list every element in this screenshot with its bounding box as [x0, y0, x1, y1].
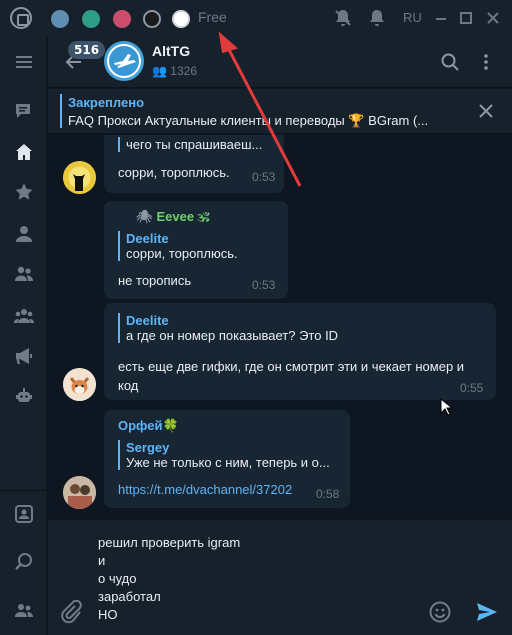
- star-icon: [15, 183, 32, 200]
- minimize-icon[interactable]: [431, 8, 451, 28]
- sender-name-text: Eevee 🕉: [156, 209, 210, 224]
- maximize-icon[interactable]: [456, 8, 476, 28]
- emoji-icon[interactable]: [428, 600, 452, 624]
- user-icon: [15, 226, 32, 242]
- reply-text: чего ты спрашиваеш...: [126, 137, 263, 152]
- pinned-title: Закреплено: [68, 95, 145, 110]
- unread-badge: 516: [68, 41, 106, 59]
- mouse-cursor-icon: [440, 398, 454, 416]
- folders-sidebar: [0, 36, 47, 635]
- theme-swatch-green[interactable]: [82, 10, 100, 28]
- message-time: 0:53: [252, 278, 276, 292]
- sender-name[interactable]: 🕷 Eevee 🕉: [136, 209, 209, 225]
- message-text: есть еще две гифки, где он смотрит эти и…: [118, 357, 464, 395]
- sender-emoji-icon: 🕷: [136, 209, 153, 224]
- close-window-icon[interactable]: [483, 8, 503, 28]
- language-indicator[interactable]: RU: [403, 10, 422, 25]
- two-users-icon: [14, 266, 33, 281]
- sidebar-divider: [0, 490, 47, 491]
- chat-title[interactable]: AltTG: [152, 43, 190, 59]
- attach-icon[interactable]: [59, 600, 83, 624]
- search-icon[interactable]: [440, 52, 460, 72]
- pinned-message-bar[interactable]: Закреплено FAQ Прокси Актуальные клиенты…: [48, 89, 512, 134]
- chats-icon: [15, 104, 30, 118]
- theme-swatch-white[interactable]: [172, 10, 190, 28]
- megaphone-icon: [15, 348, 32, 364]
- contacts-icon: [14, 505, 33, 523]
- app-logo-icon: [10, 7, 32, 29]
- fox-avatar-icon: [63, 368, 96, 401]
- close-pinned-icon[interactable]: [478, 103, 494, 119]
- photo-avatar-icon: [63, 476, 96, 509]
- message-text-line: есть еще две гифки, где он смотрит эти и…: [118, 359, 465, 374]
- reply-author: Deelite: [126, 313, 169, 328]
- message-time: 0:53: [252, 170, 276, 184]
- reply-author: Sergey: [126, 440, 170, 455]
- folder-groups[interactable]: [0, 254, 47, 294]
- members-icon: 👥: [152, 64, 167, 78]
- mute-bell-icon[interactable]: [333, 8, 353, 28]
- home-icon: [15, 144, 32, 160]
- message-text: не торопись: [118, 273, 192, 288]
- reply-text: а где он номер показывает? Это ID: [126, 328, 339, 343]
- sender-name[interactable]: Орфей🍀: [118, 418, 179, 434]
- folder-supergroups[interactable]: [0, 296, 47, 336]
- people-button[interactable]: [0, 590, 47, 630]
- more-options-icon[interactable]: [476, 52, 496, 72]
- message-bubble[interactable]: Deelite а где он номер показывает? Это I…: [104, 303, 496, 400]
- reply-preview[interactable]: Sergey Уже не только с ним, теперь и о..…: [118, 440, 330, 470]
- message-text-line: код: [118, 378, 139, 393]
- search-chats-button[interactable]: [0, 542, 47, 582]
- folder-all-chats[interactable]: [0, 91, 47, 131]
- window-titlebar: Free RU: [0, 0, 512, 36]
- reply-preview[interactable]: чего ты спрашиваеш...: [118, 137, 262, 152]
- reply-preview[interactable]: Deelite сорри, тороплюсь.: [118, 231, 238, 261]
- avatar-cat[interactable]: [63, 161, 96, 194]
- menu-button[interactable]: [0, 42, 47, 82]
- message-link[interactable]: https://t.me/dvachannel/37202: [118, 480, 292, 499]
- message-composer: решил проверить igram и о чудо заработал…: [48, 519, 512, 635]
- hamburger-icon: [15, 56, 32, 68]
- send-icon[interactable]: [475, 600, 499, 624]
- cat-silhouette-icon: [63, 161, 96, 194]
- message-bubble[interactable]: чего ты спрашиваеш... сорри, тороплюсь. …: [104, 135, 284, 193]
- members-count: 👥 1326: [152, 64, 197, 78]
- members-count-value: 1326: [170, 64, 197, 78]
- avatar-user-photo[interactable]: [63, 476, 96, 509]
- theme-swatch-dark[interactable]: [143, 10, 161, 28]
- reply-preview[interactable]: Deelite а где он номер показывает? Это I…: [118, 313, 338, 343]
- reply-author: Deelite: [126, 231, 169, 246]
- contacts-button[interactable]: [0, 494, 47, 534]
- folder-favorites[interactable]: [0, 172, 47, 212]
- chat-avatar[interactable]: [104, 41, 144, 81]
- pinned-text: FAQ Прокси Актуальные клиенты и переводы…: [68, 113, 429, 128]
- message-bubble[interactable]: Орфей🍀 Sergey Уже не только с ним, тепер…: [104, 410, 350, 508]
- folder-channels[interactable]: [0, 336, 47, 376]
- reply-text: сорри, тороплюсь.: [126, 246, 238, 261]
- reply-text: Уже не только с ним, теперь и о...: [126, 455, 330, 470]
- folder-personal[interactable]: [0, 214, 47, 254]
- message-text: сорри, тороплюсь.: [118, 165, 230, 180]
- theme-swatch-blue[interactable]: [51, 10, 69, 28]
- folder-bots[interactable]: [0, 376, 47, 416]
- plan-label: Free: [198, 9, 227, 25]
- avatar-fox[interactable]: [63, 368, 96, 401]
- message-time: 0:55: [460, 381, 484, 395]
- bell-icon[interactable]: [367, 8, 387, 28]
- robot-icon: [15, 388, 32, 402]
- theme-swatch-red[interactable]: [113, 10, 131, 28]
- message-input[interactable]: решил проверить igram и о чудо заработал…: [98, 534, 240, 624]
- group-icon: [13, 309, 34, 323]
- pinned-accent-bar: [60, 94, 62, 128]
- people-icon: [14, 604, 33, 617]
- message-list[interactable]: чего ты спрашиваеш... сорри, тороплюсь. …: [48, 135, 512, 519]
- chat-header: 516 AltTG 👥 1326: [48, 36, 512, 88]
- folder-home[interactable]: [0, 132, 47, 172]
- message-bubble[interactable]: 🕷 Eevee 🕉 Deelite сорри, тороплюсь. не то…: [104, 201, 288, 299]
- message-time: 0:58: [316, 487, 340, 501]
- search-chat-icon: [14, 553, 32, 570]
- airplane-icon: [114, 54, 136, 68]
